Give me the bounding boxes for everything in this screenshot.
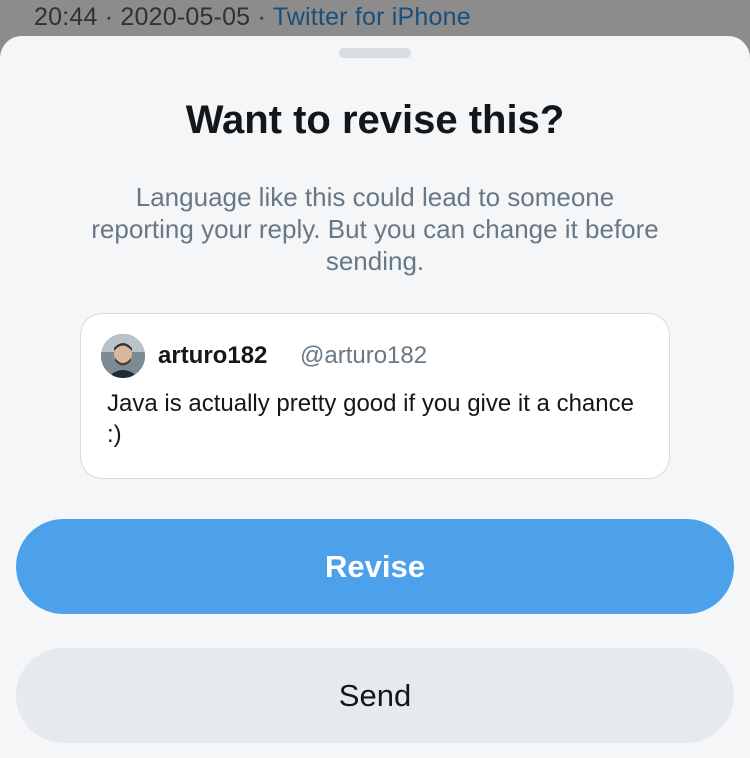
preview-handle: @arturo182 (300, 342, 428, 369)
send-button[interactable]: Send (16, 648, 734, 743)
revise-button[interactable]: Revise (16, 519, 734, 614)
separator-dot: · (257, 3, 266, 31)
dialog-message: Language like this could lead to someone… (91, 182, 659, 276)
tweet-date: 2020-05-05 (120, 3, 251, 31)
tweet-source-link: Twitter for iPhone (272, 3, 471, 31)
avatar (101, 334, 145, 378)
tweet-time: 20:44 (34, 3, 98, 31)
preview-reply-text: Java is actually pretty good if you give… (107, 390, 634, 448)
tweet-timestamp-line: 20:44 · 2020-05-05 · Twitter for iPhone (34, 3, 471, 32)
user-avatar-icon (101, 334, 145, 378)
preview-display-name: arturo182 (158, 342, 268, 369)
reply-preview-card: arturo182 @arturo182 Java is actually pr… (80, 313, 670, 479)
sheet-grabber-handle[interactable] (339, 48, 411, 58)
revise-bottom-sheet: Want to revise this? Language like this … (0, 36, 750, 758)
dialog-title: Want to revise this? (185, 98, 565, 142)
separator-dot: · (104, 3, 114, 31)
